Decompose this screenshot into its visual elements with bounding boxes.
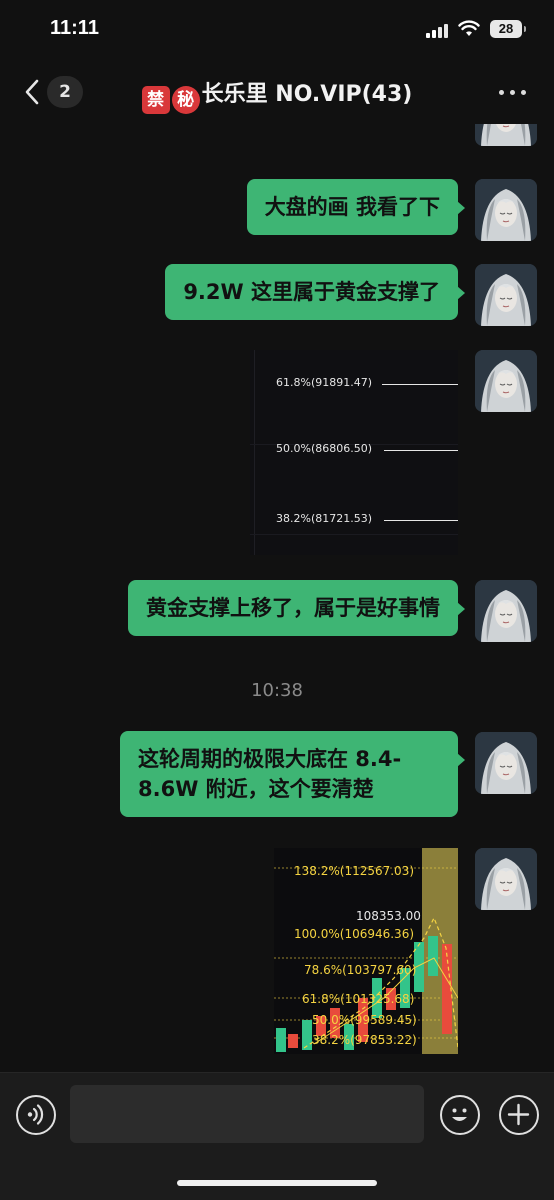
fib-level-label: 38.2%(97853.22) <box>312 1033 417 1047</box>
message-bubble[interactable]: 大盘的画 我看了下 <box>246 179 466 235</box>
message-bubble[interactable]: 9.2W 这里属于黄金支撑了 <box>165 264 465 320</box>
fib-level-label: 50.0%(99589.45) <box>312 1013 417 1027</box>
fib-level-label: 50.0%(86806.50) <box>276 442 373 455</box>
fib-level-line <box>384 520 458 521</box>
avatar[interactable] <box>475 580 537 642</box>
fibonacci-chart-image[interactable]: 61.8%(91891.47) 50.0%(86806.50) 38.2%(81… <box>250 350 458 555</box>
battery-indicator: 28 <box>490 20 526 38</box>
fib-level-label: 100.0%(106946.36) <box>294 927 415 941</box>
candlestick-chart-image[interactable]: 138.2%(112567.03) 108353.00 100.0%(10694… <box>274 848 458 1054</box>
fib-level-line <box>384 450 458 451</box>
avatar[interactable] <box>475 350 537 412</box>
chat-header: 2 禁秘长乐里 NO.VIP(43) <box>0 60 554 124</box>
forbidden-emoji-icon: 禁 <box>141 86 170 114</box>
avatar[interactable] <box>475 124 537 146</box>
plus-icon <box>507 1103 530 1126</box>
avatar[interactable] <box>475 848 537 910</box>
fib-level-label: 138.2%(112567.03) <box>294 864 415 878</box>
fib-level-label: 61.8%(101325.68) <box>302 992 415 1006</box>
message-line: 8.6W 附近，这个要清楚 <box>138 777 374 801</box>
avatar-image <box>475 264 537 326</box>
smiley-icon <box>452 1108 467 1121</box>
secret-emoji-icon: 秘 <box>171 86 200 114</box>
message-line: 这轮周期的极限大底在 8.4- <box>138 747 402 771</box>
avatar-image <box>475 848 537 910</box>
voice-input-button[interactable] <box>16 1095 56 1135</box>
message-timestamp: 10:38 <box>251 680 303 701</box>
price-label: 108353.00 <box>356 909 421 923</box>
avatar[interactable] <box>475 264 537 326</box>
avatar-image <box>475 124 537 146</box>
fib-level-line <box>382 384 458 385</box>
cellular-signal-icon <box>426 22 448 38</box>
voice-wave-icon <box>27 1104 44 1125</box>
more-actions-button[interactable] <box>499 1095 539 1135</box>
chat-title-text: 长乐里 NO.VIP(43) <box>201 82 413 107</box>
message-bubble[interactable]: 这轮周期的极限大底在 8.4- 8.6W 附近，这个要清楚 <box>120 731 465 817</box>
fib-level-label: 61.8%(91891.47) <box>276 376 373 389</box>
chat-title[interactable]: 禁秘长乐里 NO.VIP(43) <box>0 76 554 114</box>
fib-level-label: 78.6%(103797.60) <box>304 963 417 977</box>
message-list[interactable]: 大盘的画 我看了下 9.2W 这里属于黄金支撑了 61.8%(91891.47)… <box>0 124 554 1072</box>
avatar-image <box>475 179 537 241</box>
emoji-button[interactable] <box>440 1095 480 1135</box>
status-time: 11:11 <box>50 17 99 39</box>
avatar[interactable] <box>475 732 537 794</box>
avatar[interactable] <box>475 179 537 241</box>
status-bar: 11:11 28 <box>0 0 554 60</box>
avatar-image <box>475 580 537 642</box>
message-bubble[interactable]: 黄金支撑上移了，属于是好事情 <box>128 580 465 636</box>
home-indicator[interactable] <box>177 1180 377 1186</box>
avatar-image <box>475 350 537 412</box>
fib-level-label: 38.2%(81721.53) <box>276 512 373 525</box>
message-input[interactable] <box>70 1085 424 1143</box>
wifi-icon <box>458 19 480 37</box>
more-options-button[interactable] <box>496 78 530 106</box>
avatar-image <box>475 732 537 794</box>
